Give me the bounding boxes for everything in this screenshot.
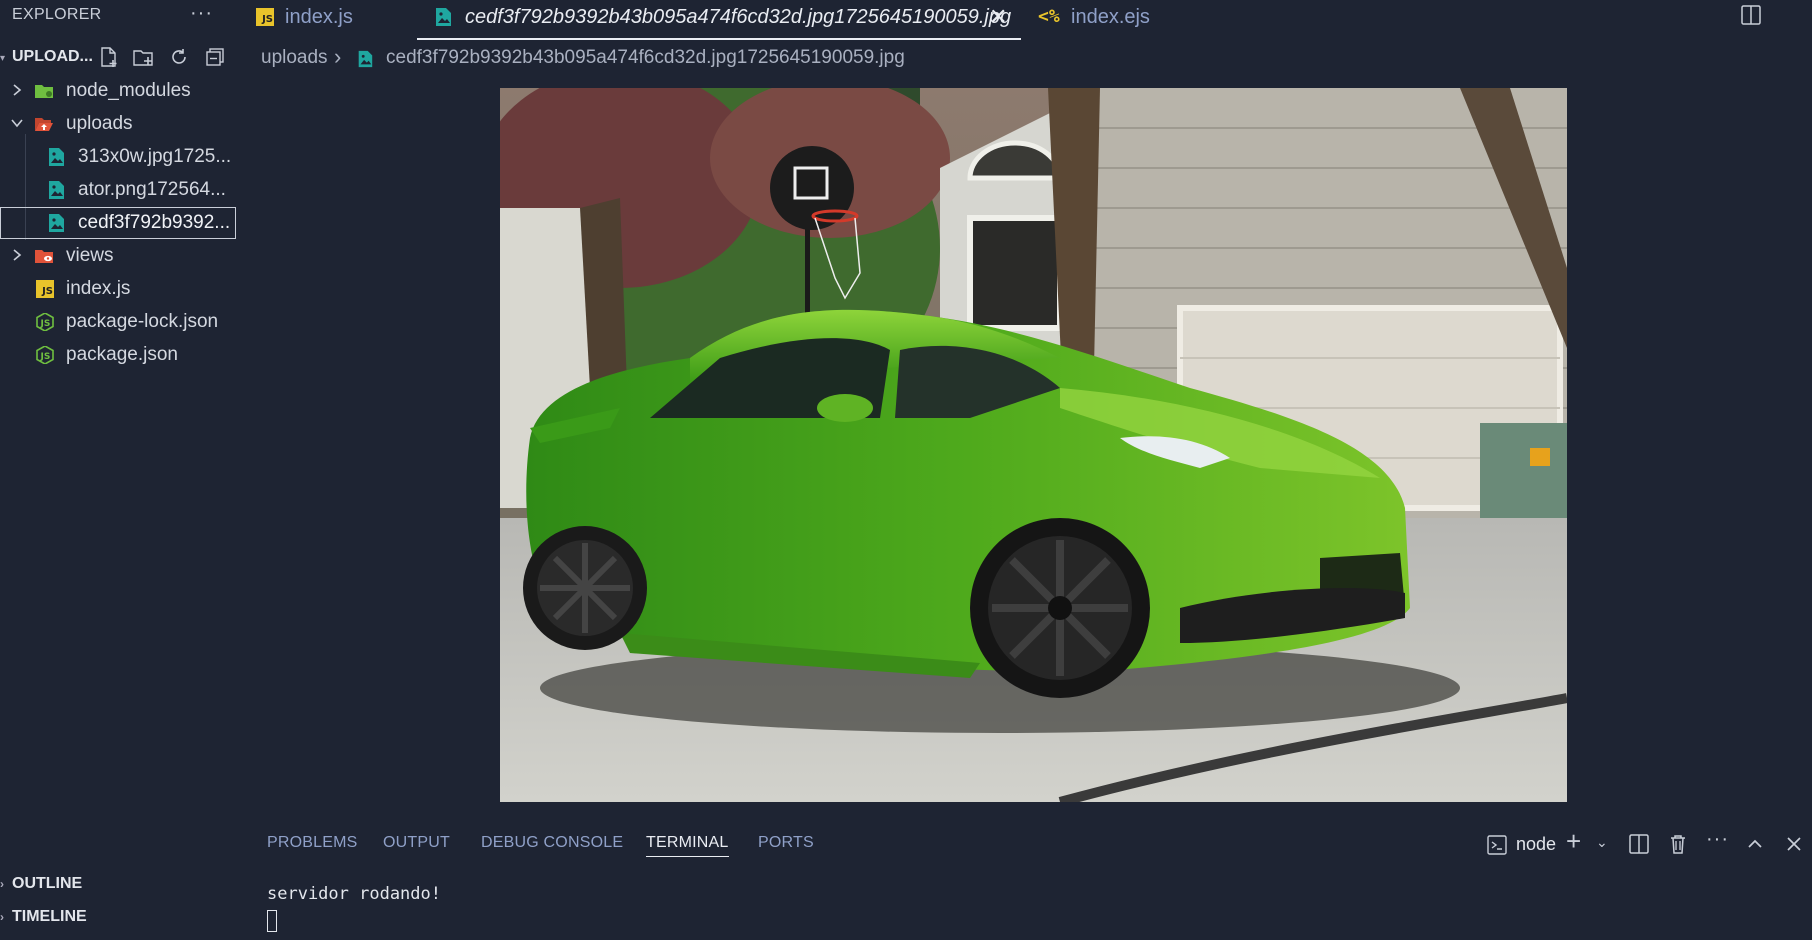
outline-section-label: OUTLINE [12, 875, 83, 892]
panel-tab-debug-console[interactable]: DEBUG CONSOLE [481, 834, 623, 852]
panel-tab-terminal[interactable]: TERMINAL [646, 834, 729, 857]
chevron-right-icon [13, 84, 22, 96]
tab-index-ejs[interactable]: <% index.ejs [1038, 0, 1188, 38]
tree-item-label: 313x0w.jpg1725... [78, 146, 232, 167]
tree-item-image-file[interactable]: ator.png172564... [0, 174, 240, 206]
panel-tab-problems[interactable]: PROBLEMS [267, 834, 358, 852]
timeline-section-label: TIMELINE [12, 908, 87, 925]
tree-item-package-json[interactable]: JS package.json [0, 339, 240, 371]
image-file-icon [49, 148, 64, 166]
tree-item-views[interactable]: views [0, 240, 240, 272]
close-panel-icon[interactable] [1784, 834, 1804, 854]
split-terminal-icon[interactable] [1628, 833, 1650, 855]
red-views-folder-icon [35, 250, 53, 263]
wheel-front [970, 518, 1150, 698]
tab-label: index.ejs [1071, 6, 1150, 28]
workspace-name: UPLOAD... [12, 48, 93, 65]
panel-tab-ports[interactable]: PORTS [758, 834, 814, 852]
image-file-icon [436, 8, 451, 26]
nodejs-file-icon: JS [36, 313, 54, 331]
tree-item-label: node_modules [66, 80, 191, 101]
tree-item-label: package-lock.json [66, 311, 219, 332]
green-folder-icon [35, 85, 53, 98]
tree-item-image-file[interactable]: 313x0w.jpg1725... [0, 141, 240, 173]
image-preview [500, 88, 1567, 802]
tree-item-package-lock[interactable]: JS package-lock.json [0, 306, 240, 338]
refresh-icon[interactable] [168, 46, 190, 68]
tree-item-label: uploads [66, 113, 133, 134]
image-file-icon [49, 214, 64, 232]
tree-item-label: index.js [66, 278, 131, 299]
breadcrumb-file[interactable]: cedf3f792b9392b43b095a474f6cd32d.jpg1725… [386, 47, 905, 69]
tab-index-js[interactable]: JS index.js [256, 0, 406, 38]
red-folder-open-icon [35, 118, 53, 131]
timeline-section[interactable]: › TIMELINE [0, 902, 240, 932]
tree-item-node-modules[interactable]: node_modules [0, 75, 240, 107]
collapse-all-icon[interactable] [204, 46, 226, 68]
terminal-icon [1487, 835, 1507, 855]
new-folder-icon[interactable] [132, 46, 154, 68]
tab-label: index.js [285, 6, 353, 28]
breadcrumb-separator: › [334, 44, 342, 69]
more-actions-icon[interactable]: ··· [190, 2, 213, 25]
explorer-sidebar: EXPLORER ··· ▾ UPLOAD... node_modules up… [0, 0, 240, 940]
tab-label: cedf3f792b9392b43b095a474f6cd32d.jpg1725… [465, 6, 1012, 28]
svg-text:JS: JS [40, 352, 51, 362]
tree-item-label: cedf3f792b9392... [78, 212, 231, 233]
terminal-name[interactable]: node [1516, 834, 1556, 855]
chevron-down-icon[interactable]: ⌄ [1596, 834, 1608, 851]
maximize-panel-icon[interactable] [1745, 834, 1765, 854]
breadcrumb-folder[interactable]: uploads [261, 47, 328, 69]
tree-item-uploads[interactable]: uploads [0, 108, 240, 140]
split-editor-icon[interactable] [1740, 4, 1762, 26]
trash-icon[interactable] [1667, 833, 1689, 855]
tree-item-image-file-selected[interactable]: cedf3f792b9392... [0, 207, 236, 239]
svg-text:JS: JS [40, 319, 51, 329]
image-file-icon [358, 50, 373, 68]
outline-section[interactable]: › OUTLINE [0, 869, 240, 899]
ejs-file-icon: <% [1038, 6, 1060, 27]
wheel-rear [523, 526, 647, 650]
close-icon[interactable]: ✕ [989, 4, 1007, 30]
tab-image-file[interactable]: cedf3f792b9392b43b095a474f6cd32d.jpg1725… [417, 0, 1021, 40]
javascript-file-icon: JS [36, 280, 54, 298]
panel-tab-output[interactable]: OUTPUT [383, 834, 450, 852]
tree-item-index-js[interactable]: JS index.js [0, 273, 240, 305]
new-file-icon[interactable] [98, 46, 120, 68]
chevron-down-icon [11, 119, 23, 128]
new-terminal-icon[interactable]: + [1566, 826, 1581, 857]
chevron-right-icon [13, 249, 22, 261]
nodejs-file-icon: JS [36, 346, 54, 364]
explorer-title: EXPLORER [12, 6, 102, 23]
workspace-header[interactable]: ▾ UPLOAD... [0, 44, 240, 72]
terminal-cursor [267, 910, 277, 932]
terminal-output[interactable]: servidor rodando! [267, 884, 441, 904]
tree-item-label: ator.png172564... [78, 179, 226, 200]
chevron-down-icon: ▾ [0, 53, 6, 64]
javascript-file-icon: JS [256, 8, 274, 26]
chevron-right-icon: › [0, 910, 4, 924]
image-file-icon [49, 181, 64, 199]
more-actions-icon[interactable]: ··· [1706, 828, 1729, 851]
tree-item-label: views [66, 245, 114, 266]
chevron-right-icon: › [0, 877, 4, 891]
tree-item-label: package.json [66, 344, 178, 365]
terminal-line: servidor rodando! [267, 884, 441, 904]
